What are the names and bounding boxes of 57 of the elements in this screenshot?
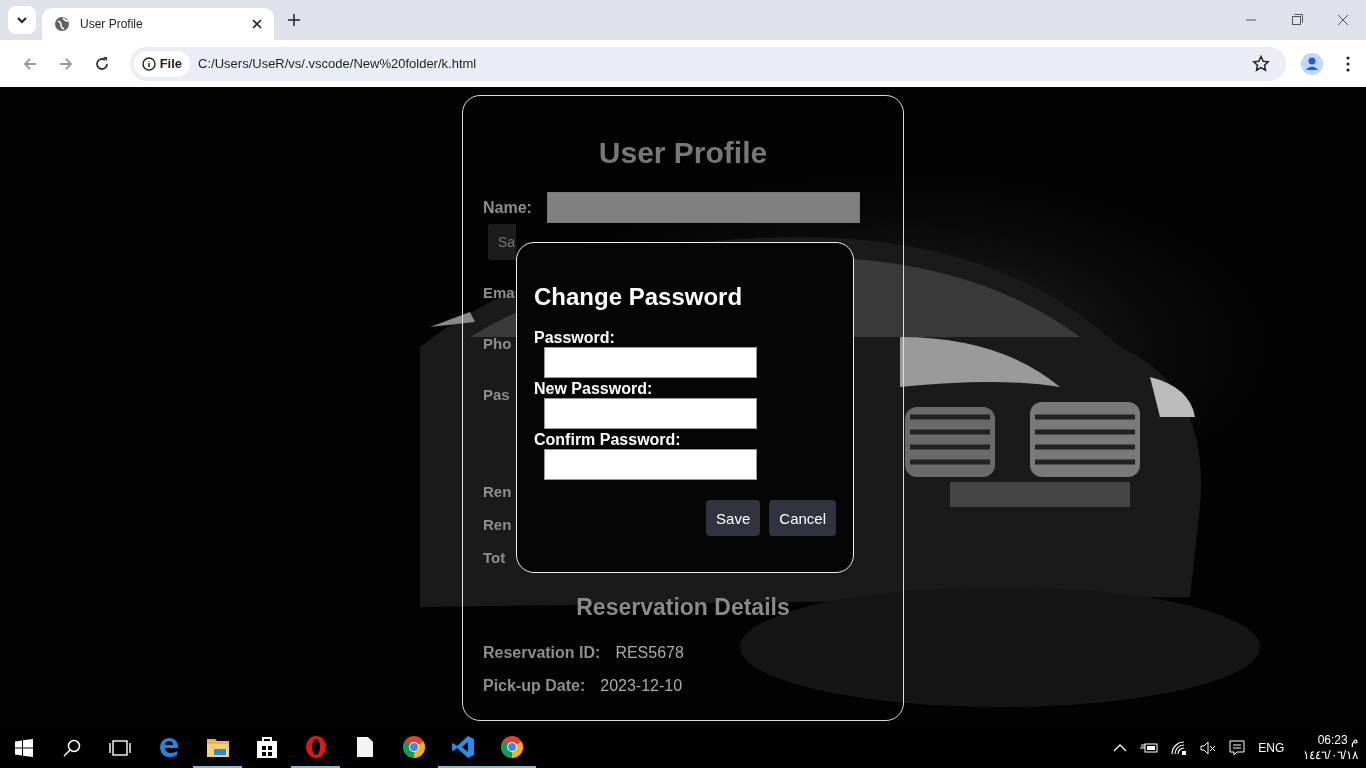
browser-tab[interactable]: User Profile <box>42 8 274 40</box>
chevron-up-icon[interactable] <box>1113 744 1128 752</box>
section-title: Reservation Details <box>575 594 791 621</box>
plus-icon[interactable] <box>288 14 300 26</box>
chrome-icon[interactable] <box>499 735 524 759</box>
field-label: New Password: <box>534 380 654 398</box>
close-icon[interactable] <box>252 19 262 29</box>
more-menu-icon[interactable] <box>1346 55 1351 72</box>
reload-icon[interactable] <box>93 55 110 72</box>
globe-icon <box>54 16 70 32</box>
page-title: User Profile <box>597 136 769 170</box>
dialog-title: Change Password <box>534 283 744 311</box>
chrome-icon[interactable] <box>401 735 426 759</box>
field-label: Password: <box>534 329 616 347</box>
forward-arrow-icon[interactable] <box>57 55 74 72</box>
star-icon[interactable] <box>1252 54 1271 73</box>
save-button[interactable]: Sa <box>488 224 516 260</box>
info-icon <box>141 56 156 71</box>
field-value: 2023-12-10 <box>600 676 683 695</box>
muted-speaker-icon[interactable] <box>1200 741 1217 755</box>
opera-o-icon[interactable] <box>303 735 328 759</box>
battery-icon[interactable] <box>1140 742 1159 754</box>
field-label: Ren <box>483 516 512 533</box>
search-icon[interactable] <box>63 739 81 757</box>
profile-avatar-icon[interactable] <box>1301 52 1324 75</box>
field-label: Ema <box>483 284 515 301</box>
address-url[interactable]: C:/Users/UseR/vs/.vscode/New%20folder/k.html <box>198 56 1245 71</box>
save-button[interactable]: Save <box>706 500 761 536</box>
field-label: Confirm Password: <box>534 431 682 449</box>
chip-label: File <box>159 56 183 71</box>
chevron-down-icon <box>16 14 28 26</box>
field-label: Reservation ID: <box>483 643 601 662</box>
tab-title: User Profile <box>80 17 144 31</box>
field-value: RES5678 <box>615 643 684 662</box>
windows-start-icon[interactable] <box>15 739 33 757</box>
password-field[interactable] <box>544 347 757 378</box>
field-label: Pas <box>483 386 510 403</box>
folder-icon[interactable] <box>205 736 230 758</box>
password-field[interactable] <box>544 449 757 480</box>
tab-list-button[interactable] <box>8 6 36 34</box>
shopping-bag-icon[interactable] <box>255 735 278 759</box>
document-icon[interactable] <box>355 736 374 758</box>
cancel-button[interactable]: Cancel <box>769 500 836 536</box>
wifi-icon[interactable] <box>1171 741 1188 755</box>
vscode-icon[interactable] <box>450 735 475 759</box>
password-field[interactable] <box>544 398 757 429</box>
name-field[interactable] <box>546 192 860 223</box>
field-label: Tot <box>483 549 506 566</box>
notification-icon[interactable] <box>1229 740 1246 756</box>
field-label: Pho <box>483 335 512 352</box>
site-info-chip[interactable]: File <box>133 50 191 77</box>
back-arrow-icon[interactable] <box>21 55 38 72</box>
field-label: Pick-up Date: <box>483 676 586 695</box>
language-indicator[interactable]: ENG <box>1258 741 1285 755</box>
task-view-icon[interactable] <box>109 740 131 756</box>
field-label: Ren <box>483 483 512 500</box>
field-label: Name: <box>483 198 532 217</box>
